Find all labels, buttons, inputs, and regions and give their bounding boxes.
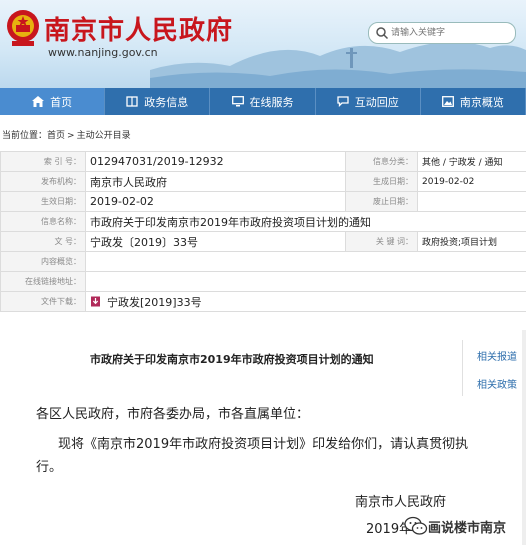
table-row: 信息名称： 市政府关于印发南京市2019年市政府投资项目计划的通知 — [0, 211, 526, 232]
breadcrumb-prefix: 当前位置： — [2, 131, 48, 141]
wechat-icon — [404, 516, 428, 535]
nav-item-home[interactable]: 首页 — [0, 88, 106, 115]
nav-item-label: 互动回应 — [354, 95, 399, 109]
nav-item-label: 首页 — [50, 95, 73, 109]
table-row: 索 引 号： 012947031/2019-12932 信息分类： 其他 / 宁… — [0, 151, 526, 172]
picture-icon — [441, 96, 454, 107]
created-date-value: 2019-02-02 — [417, 171, 526, 192]
category-value: 其他 / 宁政发 / 通知 — [417, 151, 526, 172]
keywords-label: 关 键 词： — [345, 231, 418, 252]
file-download-cell: 宁政发[2019]33号 — [85, 291, 526, 312]
related-panel: 相关报道 相关政策 — [462, 340, 526, 396]
article-body: 现将《南京市2019年市政府投资项目计划》印发给你们，请认真贯彻执行。 — [36, 437, 469, 475]
breadcrumb-link-catalog[interactable]: 主动公开目录 — [77, 131, 131, 141]
home-icon — [32, 96, 45, 107]
national-emblem-icon — [7, 10, 39, 46]
online-link-value[interactable] — [85, 271, 526, 292]
summary-value — [85, 251, 526, 272]
file-download-link[interactable]: 宁政发[2019]33号 — [107, 296, 202, 309]
search-input[interactable] — [391, 25, 509, 41]
watermark: 画说楼市南京 — [404, 514, 506, 538]
chat-icon — [337, 96, 349, 107]
search-icon[interactable] — [375, 26, 389, 40]
table-row: 生效日期： 2019-02-02 废止日期： — [0, 191, 526, 212]
nav-item-overview[interactable]: 南京概览 — [421, 88, 526, 115]
expiry-date-value — [417, 191, 526, 212]
effective-date-label: 生效日期： — [0, 191, 86, 212]
breadcrumb: 当前位置：首页 > 主动公开目录 — [2, 128, 131, 141]
monitor-icon — [231, 96, 244, 107]
download-file-icon[interactable] — [90, 296, 101, 307]
nav-item-label: 南京概览 — [459, 95, 504, 109]
main-nav: 首页 政务信息 在线服务 互动回应 南京概览 — [0, 88, 526, 115]
watermark-text: 画说楼市南京 — [428, 520, 507, 536]
nav-item-online-service[interactable]: 在线服务 — [210, 88, 316, 115]
article-salutation: 各区人民政府，市府各委办局，市各直属单位： — [36, 407, 310, 422]
article-signature: 南京市人民政府 — [355, 495, 447, 510]
nav-item-interaction[interactable]: 互动回应 — [316, 88, 421, 115]
table-row: 发布机构： 南京市人民政府 生成日期： 2019-02-02 — [0, 171, 526, 192]
table-row: 文 号： 宁政发〔2019〕33号 关 键 词： 政府投资;项目计划 — [0, 231, 526, 252]
info-name-value: 市政府关于印发南京市2019年市政府投资项目计划的通知 — [85, 211, 526, 232]
keywords-value: 政府投资;项目计划 — [417, 231, 526, 252]
table-row: 在线链接地址： — [0, 271, 526, 292]
summary-label: 内容概览： — [0, 251, 86, 272]
index-number-label: 索 引 号： — [0, 151, 86, 172]
table-row: 文件下载： 宁政发[2019]33号 — [0, 291, 526, 312]
doc-number-label: 文 号： — [0, 231, 86, 252]
created-date-label: 生成日期： — [345, 171, 418, 192]
index-number-value: 012947031/2019-12932 — [85, 151, 346, 172]
breadcrumb-link-home[interactable]: 首页 — [47, 131, 65, 141]
doc-number-value: 宁政发〔2019〕33号 — [85, 231, 346, 252]
document-info-table: 索 引 号： 012947031/2019-12932 信息分类： 其他 / 宁… — [0, 151, 526, 312]
category-label: 信息分类： — [345, 151, 418, 172]
breadcrumb-separator: > — [67, 131, 75, 141]
info-name-label: 信息名称： — [0, 211, 86, 232]
file-download-label: 文件下载： — [0, 291, 86, 312]
nav-item-label: 政务信息 — [144, 95, 189, 109]
publisher-label: 发布机构： — [0, 171, 86, 192]
search-box[interactable] — [368, 22, 516, 44]
related-reports-link[interactable]: 相关报道 — [477, 348, 517, 363]
site-domain: www.nanjing.gov.cn — [48, 46, 158, 59]
site-title[interactable]: 南京市人民政府 — [44, 10, 233, 47]
book-icon — [126, 96, 138, 107]
site-header: 南京市人民政府 www.nanjing.gov.cn — [0, 0, 526, 88]
related-policies-link[interactable]: 相关政策 — [477, 376, 517, 391]
table-row: 内容概览： — [0, 251, 526, 272]
nav-item-label: 在线服务 — [249, 95, 294, 109]
scrollbar[interactable] — [522, 330, 526, 545]
article-title: 市政府关于印发南京市2019年市政府投资项目计划的通知 — [90, 353, 374, 366]
publisher-value: 南京市人民政府 — [85, 171, 346, 192]
expiry-date-label: 废止日期： — [345, 191, 418, 212]
effective-date-value: 2019-02-02 — [85, 191, 346, 212]
nav-item-gov-info[interactable]: 政务信息 — [105, 88, 211, 115]
online-link-label: 在线链接地址： — [0, 271, 86, 292]
